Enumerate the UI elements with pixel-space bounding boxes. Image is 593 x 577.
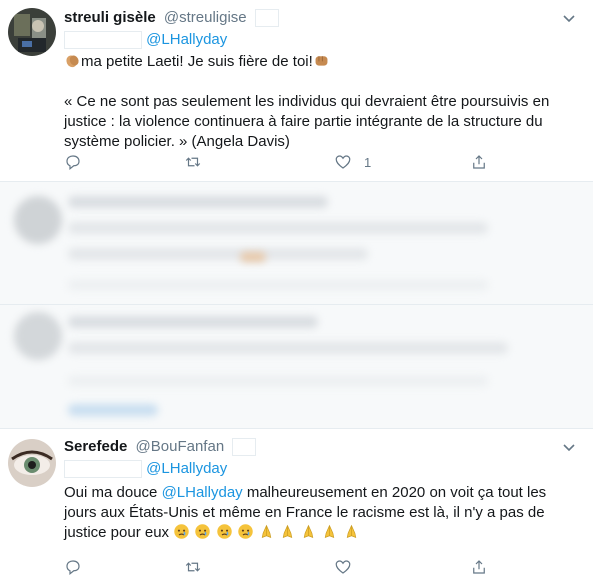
mention-link[interactable]: @LHallyday <box>146 460 227 477</box>
tweet-card-1[interactable]: streuli gisèle @streuligise @LHallyday m… <box>0 0 593 180</box>
crying-face-icon <box>195 524 211 539</box>
timestamp-redacted <box>254 9 279 28</box>
crying-face-icon <box>174 524 189 539</box>
crying-face-icon <box>216 524 232 539</box>
timestamp-redacted <box>232 438 257 457</box>
tweet-header: Serefede @BouFanfan <box>64 437 579 457</box>
reply-icon <box>66 155 80 170</box>
tweet-line: malheureusement en 2020 on voit ça tout … <box>242 484 547 501</box>
share-icon <box>473 560 485 574</box>
reply-button[interactable] <box>64 557 82 577</box>
like-button[interactable] <box>334 557 352 577</box>
quote-line: système policier. » (Angela Davis) <box>64 133 290 150</box>
like-count: 1 <box>364 154 372 170</box>
chevron-down-icon[interactable] <box>561 10 577 26</box>
reply-icon <box>66 560 80 575</box>
emoji-row <box>173 524 359 541</box>
redacted-block <box>64 460 142 479</box>
action-bar <box>64 557 554 577</box>
chevron-down-icon[interactable] <box>561 439 577 455</box>
tweet-text: Oui ma douce @LHallyday malheureusement … <box>64 483 579 543</box>
tweet-card-2[interactable]: Serefede @BouFanfan @LHallyday Oui ma do… <box>0 429 593 575</box>
mention-link[interactable]: @LHallyday <box>162 484 243 501</box>
retweet-icon <box>185 562 201 572</box>
share-button[interactable] <box>470 152 488 172</box>
tweet-line: Oui ma douce <box>64 484 162 501</box>
reply-button[interactable] <box>64 152 82 172</box>
folded-hands-icon <box>261 524 272 538</box>
tweet-text: ma petite Laeti! Je suis fière de toi! «… <box>64 52 579 152</box>
display-name[interactable]: streuli gisèle <box>64 9 156 26</box>
avatar[interactable] <box>8 439 56 487</box>
user-handle[interactable]: @streuligise <box>164 9 247 26</box>
quote-line: « Ce ne sont pas seulement les individus… <box>64 93 550 110</box>
retweet-icon <box>185 157 201 167</box>
heart-icon <box>335 155 351 169</box>
tweet-line: jours aux États-Unis et même en France l… <box>64 504 545 521</box>
fist-icon <box>315 56 328 66</box>
tweet-line: ma petite Laeti! Je suis fière de toi! <box>81 53 313 70</box>
display-name[interactable]: Serefede <box>64 438 127 455</box>
quote-line: justice : la violence continuera à faire… <box>64 113 543 130</box>
replying-to: @LHallyday <box>64 459 579 479</box>
redacted-block <box>64 31 142 50</box>
share-icon <box>473 155 485 169</box>
retweet-button[interactable] <box>184 557 202 577</box>
folded-hands-icon <box>304 524 314 538</box>
mention-link[interactable]: @LHallyday <box>146 31 227 48</box>
avatar[interactable] <box>8 8 56 56</box>
user-handle[interactable]: @BouFanfan <box>136 438 225 455</box>
retweet-button[interactable] <box>184 152 202 172</box>
tweet-line: justice pour eux <box>64 524 170 541</box>
like-button[interactable]: 1 <box>334 152 371 172</box>
folded-hands-icon <box>346 524 356 538</box>
folded-hands-icon <box>282 524 293 538</box>
folded-hands-icon <box>325 524 335 538</box>
heart-icon <box>335 560 351 574</box>
tweet-header: streuli gisèle @streuligise <box>64 8 579 28</box>
replying-to: @LHallyday <box>64 30 579 50</box>
share-button[interactable] <box>470 557 488 577</box>
action-bar: 1 <box>64 152 554 172</box>
clapping-hands-icon <box>66 55 79 68</box>
blurred-tweets <box>0 182 593 428</box>
crying-face-icon <box>238 524 253 539</box>
